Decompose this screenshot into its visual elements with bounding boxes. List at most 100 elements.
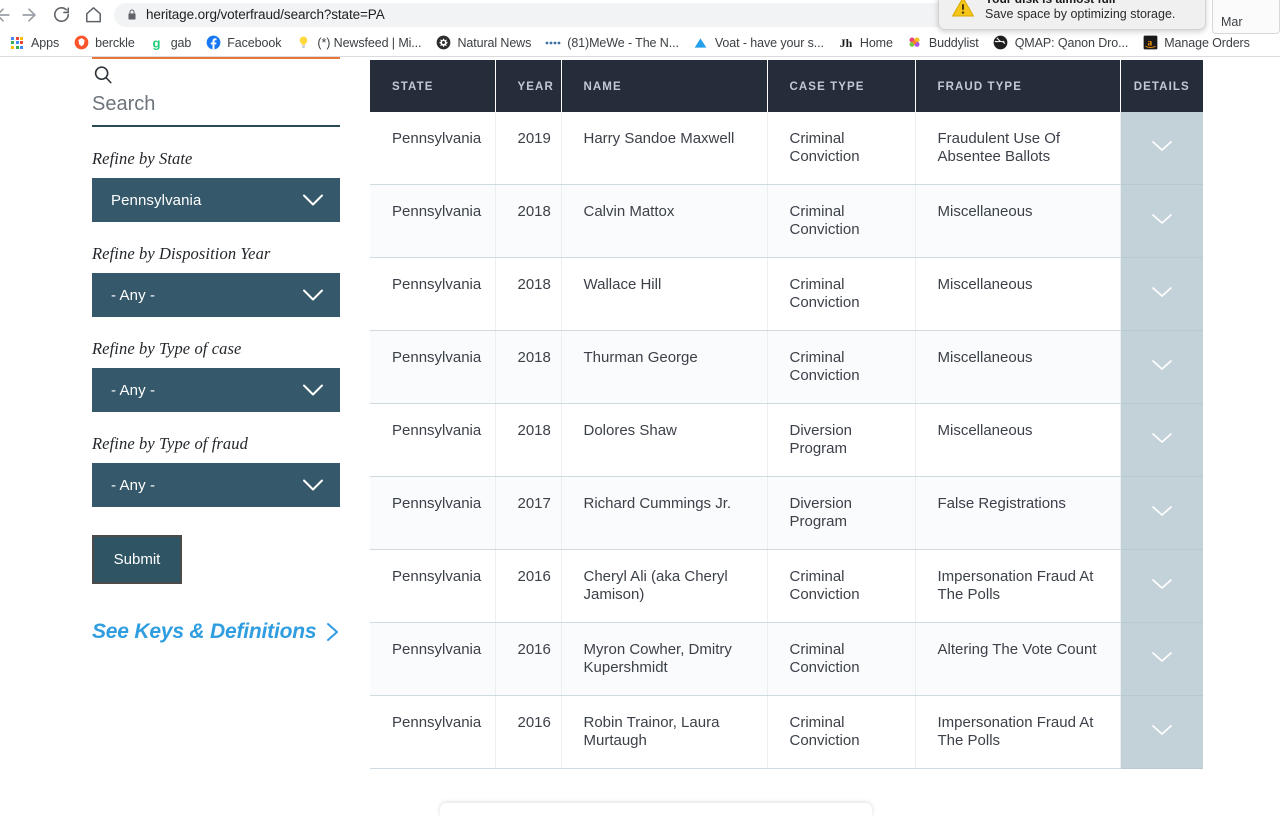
facet-type-of-case: Refine by Type of case - Any - (92, 339, 340, 412)
details-expand-button[interactable] (1120, 330, 1203, 404)
chevron-down-icon (1150, 505, 1174, 522)
details-expand-button[interactable] (1120, 184, 1203, 258)
column-header-details[interactable]: DETAILS (1120, 60, 1203, 112)
cell-fraud: Miscellaneous (915, 257, 1121, 331)
cell-case: Criminal Conviction (767, 257, 916, 331)
table-row[interactable]: Pennsylvania 2018 Thurman George Criminal C… (370, 330, 1203, 404)
warning-triangle-icon (951, 0, 975, 19)
notification-side-label: Mar (1221, 15, 1243, 29)
type-of-fraud-select-value: - Any - (111, 476, 156, 494)
amazon-a-icon: a (1142, 35, 1158, 51)
search-input[interactable] (92, 91, 340, 127)
disposition-year-select[interactable]: - Any - (92, 273, 340, 317)
table-row[interactable]: Pennsylvania 2017 Richard Cummings Jr. Dive… (370, 476, 1203, 550)
submit-button[interactable]: Submit (92, 535, 182, 584)
cell-state: Pennsylvania (370, 476, 496, 550)
bookmark-qmap[interactable]: QMAP: Qanon Dro... (986, 32, 1136, 54)
column-header-name[interactable]: NAME (561, 60, 768, 112)
chevron-down-icon (302, 384, 324, 397)
chevron-down-icon (302, 289, 324, 302)
bookmark-label: Home (859, 35, 893, 50)
details-expand-button[interactable] (1120, 403, 1203, 477)
bookmark-mewe[interactable]: (81)MeWe - The N... (538, 32, 686, 54)
table-row[interactable]: Pennsylvania 2016 Cheryl Ali (aka Cheryl J… (370, 549, 1203, 623)
table-row[interactable]: Pennsylvania 2016 Robin Trainor, Laura Mur… (370, 695, 1203, 769)
address-bar[interactable]: heritage.org/voterfraud/search?state=PA (114, 2, 994, 27)
cell-fraud: Altering The Vote Count (915, 622, 1121, 696)
search-icon[interactable] (92, 62, 340, 91)
facet-label: Refine by Disposition Year (92, 244, 271, 263)
table-row[interactable]: Pennsylvania 2019 Harry Sandoe Maxwell Crim… (370, 112, 1203, 185)
column-header-state[interactable]: STATE (370, 60, 496, 112)
bottom-popup-sliver (440, 803, 872, 817)
cell-case: Diversion Program (767, 476, 916, 550)
cell-name: Robin Trainor, Laura Murtaugh (561, 695, 768, 769)
search-filters-sidebar: Refine by State Pennsylvania Refine by D… (92, 57, 340, 644)
cell-fraud: Miscellaneous (915, 403, 1121, 477)
type-of-case-select[interactable]: - Any - (92, 368, 340, 412)
disposition-year-select-value: - Any - (111, 286, 156, 304)
chevron-down-icon (1150, 432, 1174, 449)
cell-state: Pennsylvania (370, 112, 496, 185)
bookmark-manage-orders[interactable]: a Manage Orders (1135, 32, 1257, 54)
bookmark-apps[interactable]: Apps (2, 32, 66, 54)
jh-monogram-icon: Jh (838, 35, 854, 51)
svg-text:Jh: Jh (840, 36, 853, 50)
table-row[interactable]: Pennsylvania 2016 Myron Cowher, Dmitry Kup… (370, 622, 1203, 696)
cell-state: Pennsylvania (370, 695, 496, 769)
facet-label: Refine by State (92, 149, 193, 168)
cell-year: 2018 (495, 257, 562, 331)
bookmark-buddylist[interactable]: Buddylist (900, 32, 986, 54)
column-header-year[interactable]: YEAR (495, 60, 562, 112)
reload-icon[interactable] (48, 2, 74, 28)
bookmark-gab[interactable]: g gab (142, 32, 199, 54)
cell-name: Calvin Mattox (561, 184, 768, 258)
state-select[interactable]: Pennsylvania (92, 178, 340, 222)
details-expand-button[interactable] (1120, 476, 1203, 550)
cell-fraud: Miscellaneous (915, 184, 1121, 258)
column-header-case-type[interactable]: CASE TYPE (767, 60, 916, 112)
cell-case: Criminal Conviction (767, 695, 916, 769)
details-expand-button[interactable] (1120, 112, 1203, 185)
see-keys-definitions-label: See Keys & Definitions (92, 620, 317, 643)
chevron-down-icon (1150, 724, 1174, 741)
details-expand-button[interactable] (1120, 622, 1203, 696)
brave-lion-icon (73, 35, 89, 51)
cell-name: Cheryl Ali (aka Cheryl Jamison) (561, 549, 768, 623)
notification-body: Save space by optimizing storage. (985, 7, 1176, 21)
type-of-case-select-value: - Any - (111, 381, 156, 399)
bookmark-label: QMAP: Qanon Dro... (1014, 35, 1129, 50)
cell-state: Pennsylvania (370, 622, 496, 696)
state-select-value: Pennsylvania (111, 191, 202, 209)
see-keys-definitions-link[interactable]: See Keys & Definitions (92, 620, 340, 644)
home-icon[interactable] (80, 2, 106, 28)
cell-case: Criminal Conviction (767, 184, 916, 258)
back-arrow-icon[interactable] (0, 2, 16, 28)
chevron-down-icon (1150, 578, 1174, 595)
cell-year: 2018 (495, 184, 562, 258)
chevron-down-icon (302, 194, 324, 207)
chevron-down-icon (1150, 213, 1174, 230)
table-row[interactable]: Pennsylvania 2018 Calvin Mattox Criminal Co… (370, 184, 1203, 258)
details-expand-button[interactable] (1120, 695, 1203, 769)
bookmark-label: (81)MeWe - The N... (567, 35, 679, 50)
notification-side-panel[interactable]: Mar (1212, 0, 1280, 34)
bookmark-label: Facebook (227, 35, 282, 50)
table-row[interactable]: Pennsylvania 2018 Dolores Shaw Diversion Pr… (370, 403, 1203, 477)
lock-icon (126, 8, 138, 21)
details-expand-button[interactable] (1120, 257, 1203, 331)
column-header-fraud-type[interactable]: FRAUD TYPE (915, 60, 1121, 112)
forward-arrow-icon[interactable] (16, 2, 42, 28)
cell-name: Wallace Hill (561, 257, 768, 331)
details-expand-button[interactable] (1120, 549, 1203, 623)
bookmark-home[interactable]: Jh Home (831, 32, 900, 54)
bookmark-berckle[interactable]: berckle (66, 32, 142, 54)
bookmark-voat[interactable]: Voat - have your s... (686, 32, 831, 54)
type-of-fraud-select[interactable]: - Any - (92, 463, 340, 507)
bookmark-natural-news[interactable]: Natural News (428, 32, 538, 54)
bookmark-facebook[interactable]: Facebook (198, 32, 288, 54)
disk-full-notification[interactable]: Your disk is almost full Save space by o… (938, 0, 1206, 30)
bookmark-newsfeed[interactable]: (*) Newsfeed | Mi... (288, 32, 428, 54)
table-row[interactable]: Pennsylvania 2018 Wallace Hill Criminal Con… (370, 257, 1203, 331)
bookmark-label: gab (170, 35, 192, 50)
